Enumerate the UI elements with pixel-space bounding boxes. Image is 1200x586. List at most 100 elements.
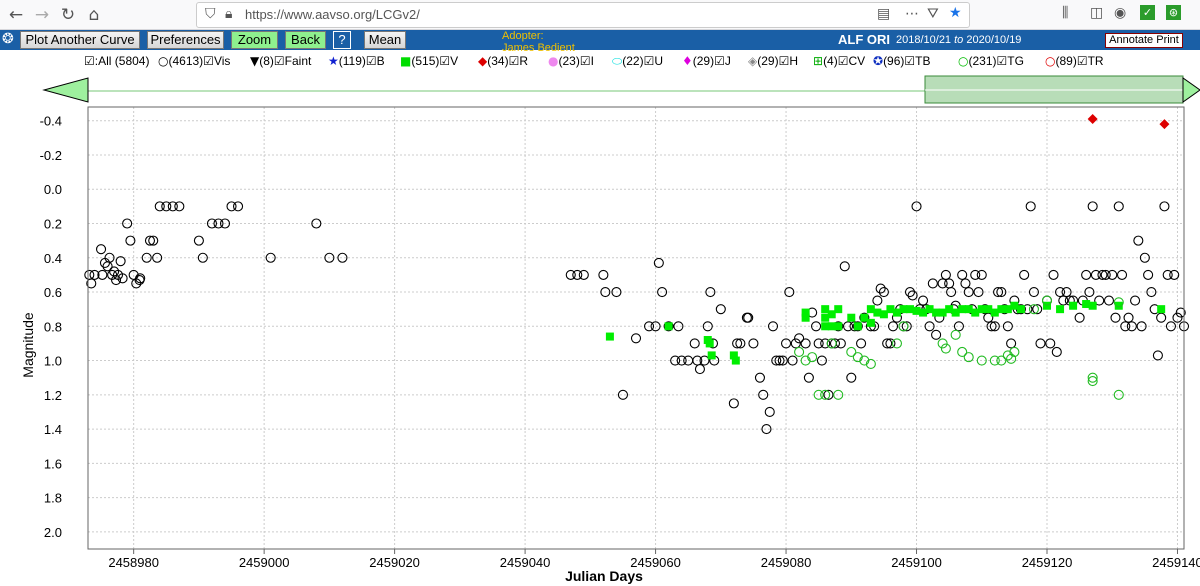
legend-item-tr[interactable]: ○(89)☑TR bbox=[1045, 54, 1104, 68]
forward-arrow-icon[interactable]: → bbox=[30, 3, 54, 27]
checkbox-icon: ☑ bbox=[508, 54, 520, 68]
v-point bbox=[1056, 305, 1065, 314]
vis-point bbox=[1113, 201, 1124, 212]
range-slider[interactable] bbox=[40, 75, 1200, 105]
legend-count: (119) bbox=[338, 54, 366, 68]
slider-right-handle[interactable] bbox=[1182, 77, 1200, 103]
legend-item-h[interactable]: ◈(29)☑H bbox=[748, 54, 798, 68]
y-tick-label: -0.4 bbox=[40, 114, 62, 129]
vis-point bbox=[95, 244, 107, 255]
legend-item-i[interactable]: ⬭(22)☑U bbox=[612, 54, 663, 69]
star-name: ALF ORI bbox=[838, 32, 890, 47]
vis-point bbox=[856, 338, 867, 349]
legend-label: B bbox=[376, 54, 385, 68]
circle-fill-icon: ● bbox=[548, 54, 559, 68]
legend-count: (515) bbox=[411, 54, 440, 68]
vis-point bbox=[1116, 269, 1128, 280]
vis-point bbox=[1156, 312, 1167, 323]
legend-item-r[interactable]: ◆(34)☑R bbox=[478, 54, 528, 68]
checkbox-icon: ☑ bbox=[203, 54, 214, 68]
vis-point bbox=[1110, 312, 1121, 323]
v-point bbox=[866, 318, 875, 327]
v-point bbox=[1157, 305, 1166, 314]
checkbox-icon: ☑ bbox=[365, 54, 377, 68]
more-icon[interactable]: ⋯ bbox=[905, 6, 919, 22]
reload-icon[interactable]: ↻ bbox=[56, 3, 80, 27]
checkbox-icon: ☑ bbox=[273, 54, 285, 68]
library-icon[interactable]: ⫼ bbox=[1062, 5, 1068, 21]
vis-point bbox=[1152, 350, 1163, 361]
y-tick-label: 1.6 bbox=[44, 456, 62, 471]
legend-label: TR bbox=[1087, 54, 1104, 68]
shield-icon[interactable]: ⛉ bbox=[205, 6, 216, 22]
x-tick-label: 2459080 bbox=[761, 555, 812, 570]
reader-icon[interactable]: ▤ bbox=[877, 6, 890, 22]
legend-item-v[interactable]: ■(515)☑V bbox=[400, 54, 458, 68]
zoom-button[interactable]: Zoom bbox=[231, 31, 278, 49]
legend-item-vis[interactable]: ○(4613)☑Vis bbox=[158, 54, 230, 68]
home-icon[interactable]: ⌂ bbox=[82, 3, 106, 27]
legend-item-faint[interactable]: ▼(8)☑Faint bbox=[250, 54, 311, 68]
legend-item-tb[interactable]: ✪(96)☑TB bbox=[873, 54, 931, 68]
url-text[interactable]: https://www.aavso.org/LCGv2/ bbox=[245, 7, 420, 22]
adopter-label: Adopter: bbox=[502, 30, 544, 42]
y-tick-label: 0.2 bbox=[44, 216, 62, 231]
legend-label: Vis bbox=[213, 54, 231, 68]
plot-another-curve-button[interactable]: Plot Another Curve bbox=[20, 31, 140, 49]
help-button[interactable]: ? bbox=[333, 31, 351, 49]
legend-item-u[interactable]: ●(23)☑I bbox=[548, 54, 594, 68]
legend-count: (231) bbox=[968, 54, 997, 68]
vis-point bbox=[748, 338, 759, 349]
legend-item-j[interactable]: ♦(29)☑J bbox=[682, 54, 731, 68]
vis-point bbox=[754, 372, 766, 383]
vis-point bbox=[617, 389, 629, 400]
x-tick-label: 2459020 bbox=[369, 555, 420, 570]
y-tick-label: 1.2 bbox=[44, 388, 62, 403]
tg-point bbox=[940, 343, 951, 354]
legend-item-b[interactable]: ★(119)☑B bbox=[328, 54, 385, 68]
vis-point bbox=[84, 269, 95, 280]
legend-item-cv[interactable]: ⊞(4)☑CV bbox=[813, 54, 865, 68]
vis-point bbox=[839, 261, 850, 272]
vis-point bbox=[715, 304, 726, 315]
y-tick-label: -0.2 bbox=[40, 148, 62, 163]
account-icon[interactable]: ◉ bbox=[1114, 5, 1126, 21]
v-point bbox=[801, 313, 810, 322]
vis-point bbox=[653, 257, 664, 268]
adopter-info: Adopter: James Bedient bbox=[502, 30, 575, 54]
check-icon[interactable]: ✓ bbox=[1140, 5, 1155, 20]
back-arrow-icon[interactable]: ← bbox=[4, 3, 28, 27]
checkbox-icon: ☑ bbox=[643, 54, 655, 68]
checkbox-icon: ☑ bbox=[1076, 54, 1088, 68]
legend-count: (23) bbox=[558, 54, 580, 68]
vis-point bbox=[957, 269, 968, 280]
star-icon[interactable]: ★ bbox=[949, 5, 962, 21]
y-tick-label: 0.6 bbox=[44, 285, 62, 300]
legend-item-all[interactable]: ☑:All (5804) bbox=[84, 54, 149, 68]
legend-count: (34) bbox=[487, 54, 509, 68]
date-to: 2020/10/19 bbox=[966, 34, 1022, 46]
vis-point bbox=[800, 338, 811, 349]
v-point bbox=[705, 339, 714, 348]
slider-left-handle[interactable] bbox=[42, 77, 89, 103]
vis-point bbox=[193, 235, 204, 246]
extension-icon[interactable]: ⊛ bbox=[1166, 5, 1181, 20]
vis-point bbox=[1019, 269, 1030, 280]
url-bar[interactable]: ⛉ 🔒︎ https://www.aavso.org/LCGv2/ ▤ ⋯ ⛛ … bbox=[196, 2, 970, 28]
vis-point bbox=[764, 406, 775, 417]
vis-point bbox=[1159, 201, 1170, 212]
legend-item-tg[interactable]: ○(231)☑TG bbox=[958, 54, 1024, 68]
pocket-icon[interactable]: ⛛ bbox=[927, 6, 939, 22]
back-button[interactable]: Back bbox=[285, 31, 326, 49]
thin-diamond-icon: ♦ bbox=[682, 54, 693, 68]
sidebar-icon[interactable]: ◫ bbox=[1090, 5, 1103, 21]
date-from: 2018/10/21 bbox=[896, 34, 952, 46]
annotate-print-button[interactable]: Annotate Print bbox=[1105, 33, 1183, 48]
checkbox-icon: ☑ bbox=[996, 54, 1008, 68]
vis-point bbox=[1165, 321, 1177, 332]
vis-point bbox=[960, 278, 971, 289]
v-point bbox=[834, 322, 843, 331]
checkbox-icon: ☑ bbox=[778, 54, 790, 68]
preferences-button[interactable]: Preferences bbox=[147, 31, 224, 49]
mean-button[interactable]: Mean bbox=[364, 31, 406, 49]
